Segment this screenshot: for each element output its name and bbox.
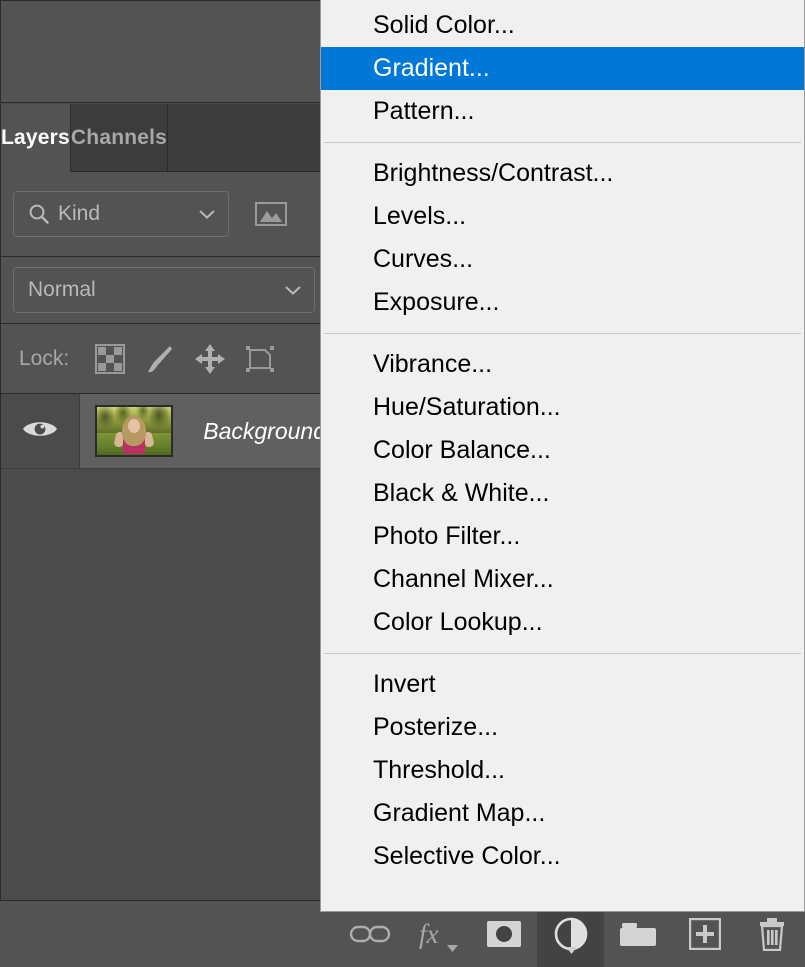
- menu-item-black-and-white[interactable]: Black & White...: [321, 472, 804, 515]
- tab-channels[interactable]: Channels: [70, 104, 169, 172]
- menu-item-brightness-contrast[interactable]: Brightness/Contrast...: [321, 152, 804, 195]
- menu-item-label: Invert: [373, 670, 436, 698]
- menu-item-photo-filter[interactable]: Photo Filter...: [321, 515, 804, 558]
- filter-kind-label: Kind: [58, 202, 101, 225]
- menu-item-gradient[interactable]: Gradient...: [321, 47, 804, 90]
- menu-item-hue-saturation[interactable]: Hue/Saturation...: [321, 386, 804, 429]
- menu-item-selective-color[interactable]: Selective Color...: [321, 835, 804, 878]
- search-icon: [28, 203, 50, 225]
- menu-item-label: Vibrance...: [373, 350, 493, 378]
- menu-item-threshold[interactable]: Threshold...: [321, 749, 804, 792]
- menu-item-label: Levels...: [373, 202, 467, 230]
- menu-item-solid-color[interactable]: Solid Color...: [321, 4, 804, 47]
- tab-layers-label: Layers: [1, 125, 70, 149]
- menu-item-label: Gradient...: [373, 54, 490, 82]
- menu-item-channel-mixer[interactable]: Channel Mixer...: [321, 558, 804, 601]
- blend-mode-row: Normal: [0, 257, 326, 324]
- image-pixels-brush-icon[interactable]: [135, 335, 185, 383]
- menu-item-label: Brightness/Contrast...: [373, 159, 614, 187]
- menu-item-invert[interactable]: Invert: [321, 663, 804, 706]
- menu-item-posterize[interactable]: Posterize...: [321, 706, 804, 749]
- position-move-icon[interactable]: [185, 335, 235, 383]
- menu-item-label: Channel Mixer...: [373, 565, 554, 593]
- eye-icon: [21, 417, 59, 446]
- menu-item-label: Solid Color...: [373, 11, 515, 39]
- layer-name-label: Background: [203, 417, 326, 444]
- blend-mode-select[interactable]: Normal: [13, 267, 315, 313]
- panel-tab-bar: Layers Channels: [0, 104, 326, 172]
- photo-thumbnail: [95, 405, 174, 457]
- tab-bar-filler: [168, 104, 326, 172]
- blend-mode-value: Normal: [28, 278, 96, 301]
- menu-item-label: Posterize...: [373, 713, 499, 741]
- menu-item-label: Gradient Map...: [373, 799, 546, 827]
- chevron-down-icon[interactable]: [198, 208, 216, 220]
- menu-item-exposure[interactable]: Exposure...: [321, 281, 804, 324]
- layer-visibility-toggle[interactable]: [1, 394, 81, 468]
- menu-item-label: Black & White...: [373, 479, 550, 507]
- chevron-down-icon[interactable]: [284, 284, 302, 296]
- menu-item-label: Hue/Saturation...: [373, 393, 561, 421]
- image-filter-icon[interactable]: [247, 191, 295, 237]
- filter-kind-select[interactable]: Kind: [13, 191, 229, 237]
- menu-item-color-lookup[interactable]: Color Lookup...: [321, 601, 804, 644]
- menu-separator: [324, 653, 801, 654]
- panel-top-docked-strip: [0, 0, 326, 103]
- layer-filter-bar: Kind: [0, 172, 326, 257]
- lock-label: Lock:: [19, 346, 70, 370]
- svg-text:fx: fx: [419, 919, 439, 949]
- menu-item-levels[interactable]: Levels...: [321, 195, 804, 238]
- menu-item-pattern[interactable]: Pattern...: [321, 90, 804, 133]
- menu-item-label: Exposure...: [373, 288, 500, 316]
- menu-item-color-balance[interactable]: Color Balance...: [321, 429, 804, 472]
- menu-item-gradient-map[interactable]: Gradient Map...: [321, 792, 804, 835]
- layer-list: Background: [0, 394, 326, 900]
- menu-item-label: Curves...: [373, 245, 474, 273]
- menu-separator: [324, 333, 801, 334]
- menu-item-label: Color Balance...: [373, 436, 551, 464]
- menu-item-vibrance[interactable]: Vibrance...: [321, 343, 804, 386]
- menu-items-container: Solid Color... Gradient... Pattern... Br…: [321, 0, 804, 878]
- menu-item-label: Photo Filter...: [373, 522, 521, 550]
- menu-item-curves[interactable]: Curves...: [321, 238, 804, 281]
- transparent-pixels-icon[interactable]: [85, 335, 135, 383]
- new-adjustment-layer-menu: Solid Color... Gradient... Pattern... Br…: [320, 0, 805, 912]
- menu-item-label: Threshold...: [373, 756, 506, 784]
- lock-row: Lock:: [0, 324, 326, 394]
- menu-item-label: Pattern...: [373, 97, 475, 125]
- layers-panel: Layers Channels Kind Normal Lock: Backgr…: [0, 0, 326, 967]
- menu-separator: [324, 142, 801, 143]
- chevron-down-icon: [565, 941, 577, 959]
- tab-channels-label: Channels: [70, 125, 168, 149]
- menu-item-label: Color Lookup...: [373, 608, 543, 636]
- chevron-down-icon: [447, 939, 458, 957]
- tab-layers[interactable]: Layers: [0, 104, 71, 172]
- layer-row-body[interactable]: Background: [80, 394, 326, 468]
- artboard-nesting-icon[interactable]: [235, 335, 285, 383]
- table-row[interactable]: Background: [1, 394, 326, 469]
- menu-item-label: Selective Color...: [373, 842, 561, 870]
